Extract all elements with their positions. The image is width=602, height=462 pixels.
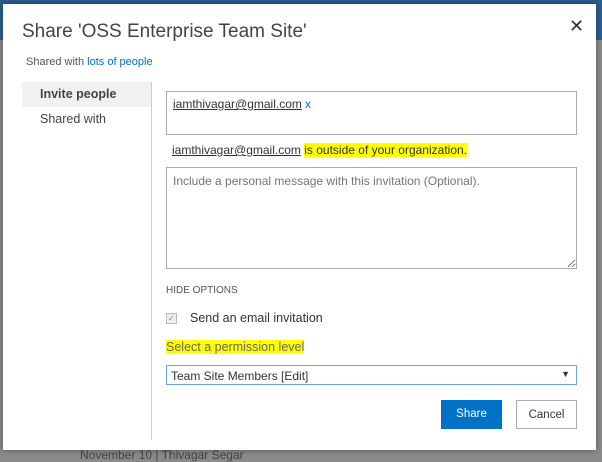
cancel-button[interactable]: Cancel [516, 400, 577, 429]
share-dialog: Share 'OSS Enterprise Team Site' ✕ Share… [3, 4, 596, 450]
shared-with-summary: Shared with lots of people [26, 56, 153, 68]
permission-value: Team Site Members [Edit] [171, 369, 309, 383]
external-warning: iamthivagar@gmail.com is outside of your… [172, 143, 467, 157]
dropdown-arrow-icon: ▼ [561, 369, 570, 379]
warning-text: is outside of your organization. [304, 143, 467, 157]
shared-prefix: Shared with [26, 56, 85, 68]
dialog-title: Share 'OSS Enterprise Team Site' [22, 21, 307, 42]
background-text: November 10 | Thivagar Segar [80, 448, 244, 462]
nav-shared-with[interactable]: Shared with [22, 107, 151, 132]
people-picker-input[interactable]: iamthivagar@gmail.com x [166, 91, 577, 135]
share-button[interactable]: Share [441, 400, 502, 429]
send-email-checkbox[interactable]: ✓ [166, 312, 177, 324]
warning-email: iamthivagar@gmail.com [172, 143, 301, 157]
personal-message-input[interactable] [166, 167, 577, 269]
hide-options-link[interactable]: HIDE OPTIONS [166, 285, 238, 296]
close-icon[interactable]: ✕ [569, 16, 584, 37]
nav-invite-people[interactable]: Invite people [22, 82, 151, 107]
dialog-nav: Invite people Shared with [22, 82, 151, 132]
shared-with-link[interactable]: lots of people [87, 56, 152, 68]
invitee-email: iamthivagar@gmail.com [173, 97, 302, 111]
divider [151, 82, 152, 440]
permission-label: Select a permission level [166, 340, 305, 354]
send-email-checkbox-row[interactable]: ✓ Send an email invitation [166, 311, 323, 325]
permission-select[interactable]: Team Site Members [Edit] ▼ [166, 365, 577, 385]
remove-invitee-button[interactable]: x [305, 97, 311, 111]
send-email-label: Send an email invitation [190, 311, 323, 325]
